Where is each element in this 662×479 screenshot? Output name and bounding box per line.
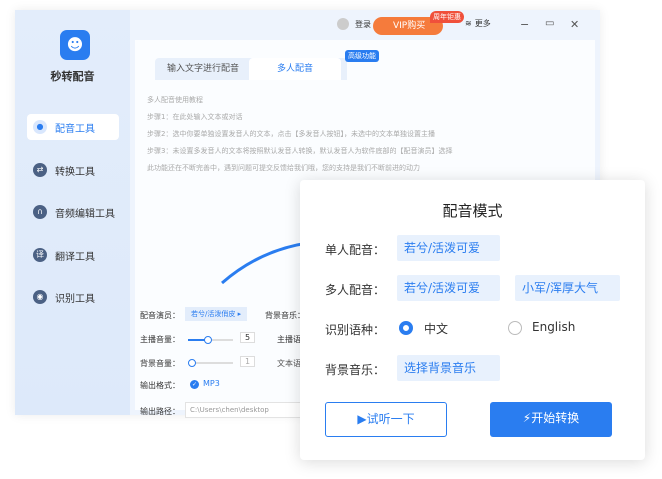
sidebar-item-audio-edit[interactable]: ∩ 音频编辑工具 xyxy=(27,199,119,225)
bgm-label: 背景音乐： xyxy=(325,363,386,377)
format-value: MP3 xyxy=(203,379,220,388)
lang-en-radio[interactable] xyxy=(508,321,522,335)
help-title: 多人配音使用教程 xyxy=(147,96,203,104)
path-label: 输出路径： xyxy=(140,407,180,416)
sidebar: ☻ 秒转配音 ● 配音工具 ⇄ 转换工具 ∩ 音频编辑工具 译翻译工具 ◉ 识别工具 xyxy=(15,10,130,415)
sidebar-item-label: 识别工具 xyxy=(55,293,95,305)
bg-volume-input[interactable]: 1 xyxy=(240,356,256,367)
check-icon: ✓ xyxy=(190,380,199,389)
start-label: 开始转换 xyxy=(531,411,580,425)
actor-value: 若兮/活泼俏皮 xyxy=(191,310,236,318)
preview-label: 试听一下 xyxy=(366,412,415,426)
translate-icon: 译 xyxy=(33,248,47,262)
bg-volume-label: 背景音量： xyxy=(140,359,180,368)
volume-input[interactable]: 5 xyxy=(240,332,256,343)
start-convert-button[interactable]: ⚡开始转换 xyxy=(490,402,612,437)
headphones-icon: ∩ xyxy=(33,205,47,219)
preview-button[interactable]: ▶试听一下 xyxy=(325,402,447,437)
vip-promo-badge: 周年钜惠 xyxy=(430,11,464,23)
help-step: 步骤3：未设置多发音人的文本将按照默认发音人转换，默认发音人为软件底部的【配音演… xyxy=(147,147,453,155)
lang-en-label: English xyxy=(532,320,576,334)
maximize-button[interactable]: ▭ xyxy=(545,18,554,29)
multi-voice-select-1[interactable]: 若兮/活泼可爱 xyxy=(397,275,500,301)
lang-label: 识别语种： xyxy=(325,323,386,337)
sidebar-item-dubbing[interactable]: ● 配音工具 xyxy=(27,114,119,140)
bgm-label: 背景音乐： xyxy=(265,311,305,320)
multi-label: 多人配音： xyxy=(325,283,386,297)
vip-label: VIP购买 xyxy=(393,21,426,31)
select-bgm-button[interactable]: 选择背景音乐 xyxy=(397,355,500,381)
single-label: 单人配音： xyxy=(325,243,386,257)
actor-label: 配音演员： xyxy=(140,311,180,320)
sidebar-item-label: 转换工具 xyxy=(55,166,95,178)
lang-zh-label: 中文 xyxy=(424,322,449,336)
close-button[interactable]: ✕ xyxy=(570,18,579,31)
login-button[interactable]: 登录 xyxy=(337,18,371,30)
minimize-button[interactable]: − xyxy=(520,18,529,31)
format-mp3-radio[interactable]: ✓ MP3 xyxy=(190,379,220,389)
actor-select[interactable]: 若兮/活泼俏皮 ▸ xyxy=(185,307,248,321)
swap-icon: ⇄ xyxy=(33,163,47,177)
volume-label: 主播音量： xyxy=(140,335,180,344)
app-logo-icon: ☻ xyxy=(60,30,90,60)
eye-icon: ◉ xyxy=(33,290,47,304)
tab-bar: 输入文字进行配音 多人配音 xyxy=(155,58,347,80)
help-step: 步骤2：选中你要单独设置发音人的文本，点击【多发音人按钮】，未选中的文本单独设置… xyxy=(147,130,435,138)
sidebar-item-convert[interactable]: ⇄ 转换工具 xyxy=(27,157,119,183)
help-note: 此功能还在不断完善中，遇到问题可提交反馈给我们哦，您的支持是我们不断前进的动力 xyxy=(147,164,420,172)
volume-slider[interactable] xyxy=(188,336,233,344)
sidebar-item-translate[interactable]: 译翻译工具 xyxy=(27,242,119,268)
user-icon xyxy=(337,18,349,30)
sidebar-item-label: 翻译工具 xyxy=(55,251,95,263)
bg-volume-slider[interactable] xyxy=(188,359,233,367)
advanced-badge: 高级功能 xyxy=(345,50,379,62)
more-label: 更多 xyxy=(474,19,491,28)
sidebar-item-label: 配音工具 xyxy=(55,123,95,135)
help-step: 步骤1：在此处输入文本或对话 xyxy=(147,113,243,121)
output-path-input[interactable]: C:\Users\chen\desktop xyxy=(185,402,315,418)
play-icon: ▶ xyxy=(357,412,367,426)
tab-text-dubbing[interactable]: 输入文字进行配音 xyxy=(155,58,251,80)
multi-voice-select-2[interactable]: 小军/浑厚大气 xyxy=(515,275,620,301)
tab-multi-dubbing[interactable]: 多人配音 xyxy=(249,58,341,80)
app-name: 秒转配音 xyxy=(50,70,95,83)
sidebar-item-label: 音频编辑工具 xyxy=(55,208,115,220)
layers-icon: ≋ xyxy=(465,19,472,28)
dubbing-mode-panel: 配音模式 单人配音： 若兮/活泼可爱 多人配音： 若兮/活泼可爱 小军/浑厚大气… xyxy=(300,180,645,460)
convert-icon: ⚡ xyxy=(522,411,532,425)
sidebar-item-recognize[interactable]: ◉ 识别工具 xyxy=(27,284,119,310)
single-voice-select[interactable]: 若兮/活泼可爱 xyxy=(397,235,500,261)
format-label: 输出格式： xyxy=(140,381,180,390)
lang-zh-radio[interactable] xyxy=(399,321,413,335)
mic-icon: ● xyxy=(33,120,47,134)
login-label: 登录 xyxy=(355,19,371,29)
panel-title: 配音模式 xyxy=(442,202,503,220)
more-button[interactable]: ≋ 更多 xyxy=(465,18,491,29)
